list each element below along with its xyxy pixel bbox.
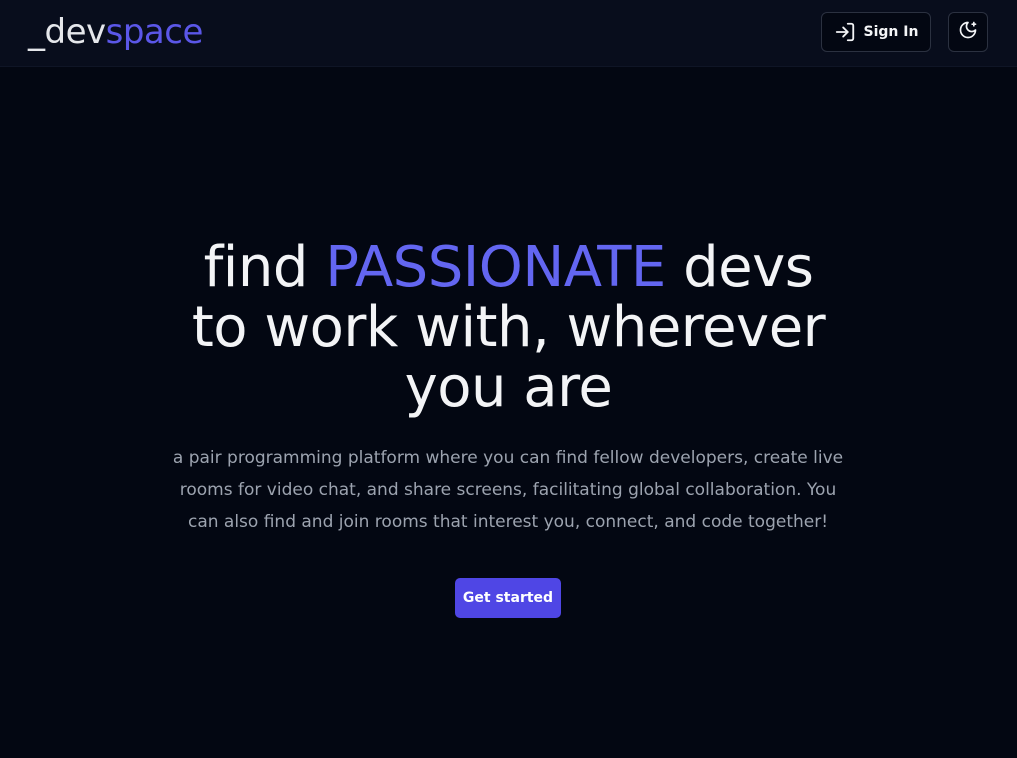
theme-toggle-button[interactable] bbox=[948, 12, 988, 52]
sign-in-button[interactable]: Sign In bbox=[821, 12, 931, 52]
top-header: _devspace Sign In bbox=[0, 0, 1017, 67]
logo-accent: space bbox=[105, 12, 204, 52]
hero-title-part1: find bbox=[203, 235, 326, 300]
hero-title-line-2: to work with, wherever bbox=[191, 295, 826, 360]
site-logo[interactable]: _devspace bbox=[28, 12, 203, 52]
hero-title-accent: PASSIONATE bbox=[325, 235, 666, 300]
logo-prefix: _dev bbox=[28, 12, 106, 52]
sign-in-icon bbox=[834, 21, 856, 43]
moon-stars-icon bbox=[958, 20, 978, 44]
hero-title: find PASSIONATE devs to work with, where… bbox=[0, 238, 1017, 418]
hero-title-line-3: you are bbox=[404, 355, 613, 420]
hero-title-line-1: find PASSIONATE devs bbox=[0, 238, 1017, 298]
sign-in-label: Sign In bbox=[863, 24, 919, 40]
hero-title-part2: devs bbox=[665, 235, 814, 300]
get-started-button[interactable]: Get started bbox=[455, 578, 561, 618]
hero-subtitle: a pair programming platform where you ca… bbox=[172, 448, 844, 532]
